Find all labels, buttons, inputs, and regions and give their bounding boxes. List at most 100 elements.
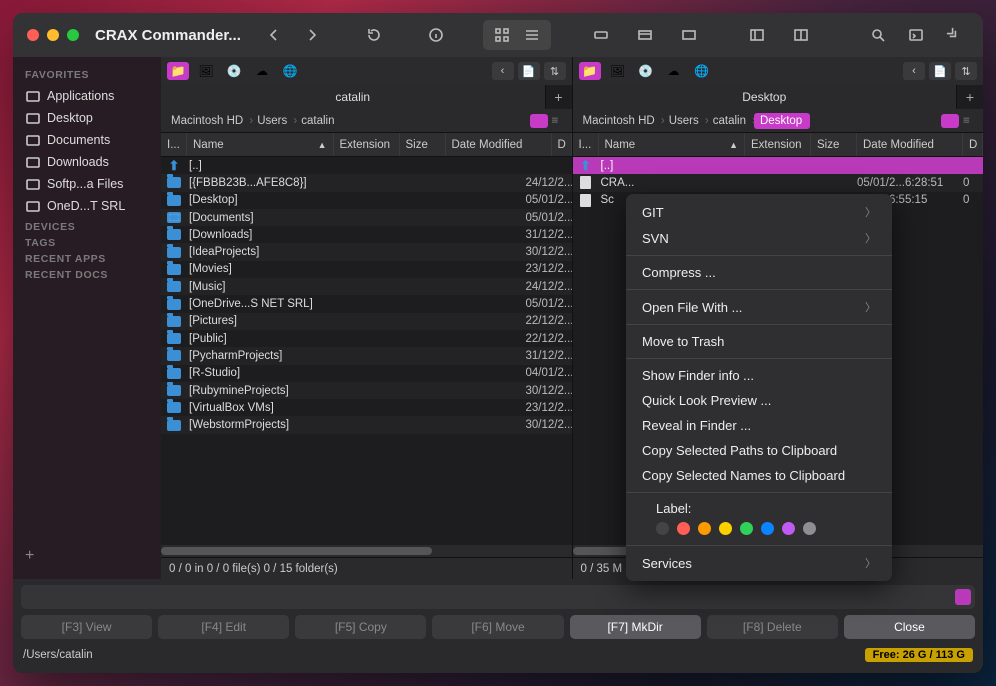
overflow-button[interactable] (939, 22, 969, 48)
layout-button-a[interactable] (739, 22, 775, 48)
header-date[interactable]: Date Modified (857, 133, 963, 156)
breadcrumb-segment[interactable]: Macintosh HD (165, 113, 251, 129)
history-dropdown-button[interactable] (955, 589, 971, 605)
add-favorite-button[interactable]: + (19, 541, 155, 571)
table-row[interactable]: [Downloads]31/12/2...:40:1122 (161, 226, 572, 243)
table-row[interactable]: [WebstormProjects]30/12/2...4:57:3230 (161, 416, 572, 433)
breadcrumb-segment[interactable]: catalin (707, 113, 754, 129)
tab[interactable]: catalin (161, 85, 546, 109)
nav-forward-button[interactable] (297, 22, 327, 48)
close-button[interactable]: Close (844, 615, 975, 639)
f5-copy-button[interactable]: [F5] Copy (295, 615, 426, 639)
reload-button[interactable] (359, 22, 389, 48)
drive-icon[interactable]: 📁 (167, 62, 189, 80)
breadcrumb-segment[interactable]: Users (251, 113, 295, 129)
minimize-window-button[interactable] (47, 29, 59, 41)
disk-icon[interactable]: 💿 (635, 62, 657, 80)
label-color-swatch[interactable] (698, 522, 711, 535)
label-color-swatch[interactable] (677, 522, 690, 535)
label-color-swatch[interactable] (719, 522, 732, 535)
nav-back-button[interactable] (259, 22, 289, 48)
crumb-list-icon[interactable]: ≡ (963, 114, 979, 128)
header-icon[interactable]: I... (573, 133, 599, 156)
layout-button-b[interactable] (783, 22, 819, 48)
command-input[interactable] (21, 585, 975, 609)
header-d[interactable]: D (963, 133, 983, 156)
table-row[interactable]: [{FBBB23B...AFE8C8}]24/12/2...:40:2724 (161, 174, 572, 191)
label-color-swatch[interactable] (740, 522, 753, 535)
table-row[interactable]: [Documents]05/01/2...:06:5722 (161, 209, 572, 226)
toolbar-button-a[interactable] (583, 22, 619, 48)
f6-move-button[interactable]: [F6] Move (432, 615, 563, 639)
panel-back-button[interactable]: ‹ (903, 62, 925, 80)
crumb-list-icon[interactable]: ≡ (552, 114, 568, 128)
context-menu-item[interactable]: SVN〉 (626, 225, 892, 251)
crumb-color-icon[interactable] (941, 114, 959, 128)
header-extension[interactable]: Extension (745, 133, 811, 156)
f4-edit-button[interactable]: [F4] Edit (158, 615, 289, 639)
table-row[interactable]: ⬆[..] (573, 157, 984, 174)
header-name[interactable]: Name▲ (187, 133, 334, 156)
pictures-icon[interactable]: 🖼 (607, 62, 629, 80)
header-d[interactable]: D (552, 133, 572, 156)
network-icon[interactable]: ☁ (663, 62, 685, 80)
add-tab-button[interactable]: + (546, 85, 572, 109)
table-row[interactable]: [Pictures]22/12/2...:05:0922 (161, 313, 572, 330)
breadcrumb-segment[interactable]: Macintosh HD (577, 113, 663, 129)
scrollbar-thumb[interactable] (161, 547, 432, 555)
crumb-color-icon[interactable] (530, 114, 548, 128)
sidebar-item[interactable]: OneD...T SRL (19, 195, 155, 217)
context-menu-item[interactable]: Compress ... (626, 260, 892, 285)
context-menu-item[interactable]: Copy Selected Paths to Clipboard (626, 438, 892, 463)
table-row[interactable]: [R-Studio]04/01/2...:54:4004 (161, 365, 572, 382)
context-menu-item[interactable]: GIT〉 (626, 199, 892, 225)
context-menu-item[interactable]: Open File With ...〉 (626, 294, 892, 320)
header-size[interactable]: Size (811, 133, 857, 156)
table-row[interactable]: [PycharmProjects]31/12/2...5:59:4131 (161, 347, 572, 364)
sidebar-item[interactable]: Softp...a Files (19, 173, 155, 195)
panel-sort-button[interactable]: ⇅ (955, 62, 977, 80)
globe-icon[interactable]: 🌐 (691, 62, 713, 80)
zoom-window-button[interactable] (67, 29, 79, 41)
context-menu-item[interactable]: Copy Selected Names to Clipboard (626, 463, 892, 488)
f8-delete-button[interactable]: [F8] Delete (707, 615, 838, 639)
label-color-swatch[interactable] (761, 522, 774, 535)
file-list[interactable]: ⬆[..][{FBBB23B...AFE8C8}]24/12/2...:40:2… (161, 157, 572, 557)
table-row[interactable]: [IdeaProjects]30/12/2...7:50:2730 (161, 243, 572, 260)
terminal-button[interactable] (901, 22, 931, 48)
drive-icon[interactable]: 📁 (579, 62, 601, 80)
globe-icon[interactable]: 🌐 (279, 62, 301, 80)
grid-view-button[interactable] (487, 22, 517, 48)
context-menu-item[interactable]: Show Finder info ... (626, 363, 892, 388)
header-size[interactable]: Size (400, 133, 446, 156)
table-row[interactable]: [RubymineProjects]30/12/2...7:16:0530 (161, 382, 572, 399)
sidebar-item[interactable]: Downloads (19, 151, 155, 173)
breadcrumb-segment[interactable]: Desktop (754, 113, 810, 129)
search-button[interactable] (863, 22, 893, 48)
table-row[interactable]: ⬆[..] (161, 157, 572, 174)
table-row[interactable]: [OneDrive...S NET SRL]05/01/2...:22:2222 (161, 295, 572, 312)
header-date[interactable]: Date Modified (446, 133, 552, 156)
table-row[interactable]: CRA...05/01/2...6:28:510 (573, 174, 984, 191)
f3-view-button[interactable]: [F3] View (21, 615, 152, 639)
list-view-button[interactable] (517, 22, 547, 48)
network-icon[interactable]: ☁ (251, 62, 273, 80)
f7-mkdir-button[interactable]: [F7] MkDir (570, 615, 701, 639)
sidebar-item[interactable]: Desktop (19, 107, 155, 129)
panel-back-button[interactable]: ‹ (492, 62, 514, 80)
context-menu-item[interactable]: Move to Trash (626, 329, 892, 354)
tab[interactable]: Desktop (573, 85, 958, 109)
context-menu-item[interactable]: Quick Look Preview ... (626, 388, 892, 413)
label-color-swatch[interactable] (782, 522, 795, 535)
table-row[interactable]: [VirtualBox VMs]23/12/2...2:46:2123 (161, 399, 572, 416)
breadcrumb-segment[interactable]: Users (663, 113, 707, 129)
header-icon[interactable]: I... (161, 133, 187, 156)
context-menu-item[interactable]: Services〉 (626, 550, 892, 576)
panel-file-button[interactable]: 📄 (929, 62, 951, 80)
close-window-button[interactable] (27, 29, 39, 41)
label-color-swatch[interactable] (656, 522, 669, 535)
panel-file-button[interactable]: 📄 (518, 62, 540, 80)
breadcrumb-segment[interactable]: catalin (295, 113, 342, 129)
sidebar-item[interactable]: Documents (19, 129, 155, 151)
scrollbar-track[interactable] (161, 545, 572, 557)
